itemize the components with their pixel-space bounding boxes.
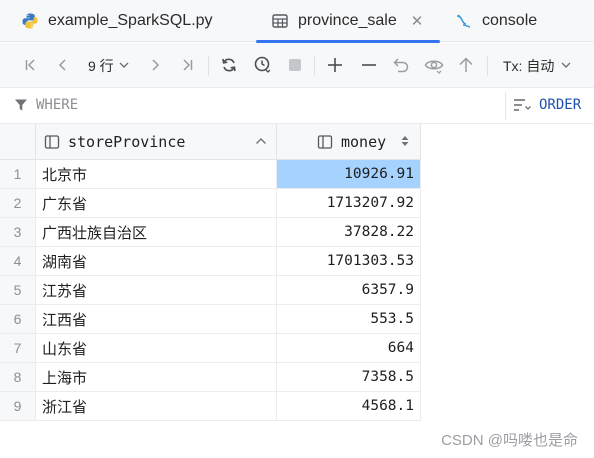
delete-row-icon[interactable]	[358, 54, 380, 76]
cell-storeprovince[interactable]: 江苏省	[36, 276, 277, 305]
data-editor-toolbar: 9 行 Tx: 自动	[0, 43, 594, 88]
where-filter-field[interactable]: WHERE	[14, 97, 78, 113]
cell-money[interactable]: 553.5	[277, 305, 421, 334]
chevron-down-icon	[560, 58, 572, 74]
order-label: ORDER	[539, 97, 582, 113]
tab-console[interactable]: console	[454, 0, 537, 42]
row-number: 7	[0, 334, 36, 363]
tab-label: province_sale	[298, 12, 397, 29]
python-icon	[20, 11, 40, 31]
cell-storeprovince[interactable]: 浙江省	[36, 392, 277, 421]
column-icon	[317, 134, 333, 150]
cell-storeprovince[interactable]: 北京市	[36, 160, 277, 189]
cell-storeprovince[interactable]: 广东省	[36, 189, 277, 218]
cell-money[interactable]: 7358.5	[277, 363, 421, 392]
cell-storeprovince[interactable]: 广西壮族自治区	[36, 218, 277, 247]
cell-storeprovince[interactable]: 上海市	[36, 363, 277, 392]
row-number: 1	[0, 160, 36, 189]
cell-storeprovince[interactable]: 江西省	[36, 305, 277, 334]
cell-money[interactable]: 10926.91	[277, 160, 421, 189]
submit-icon[interactable]	[455, 54, 477, 76]
cell-money[interactable]: 4568.1	[277, 392, 421, 421]
transaction-mode-selector[interactable]: Tx: 自动	[503, 55, 572, 77]
last-page-icon[interactable]	[176, 54, 198, 76]
column-label: money	[341, 132, 387, 151]
next-page-icon[interactable]	[144, 54, 166, 76]
reload-icon[interactable]	[218, 54, 240, 76]
column-header-storeprovince[interactable]: storeProvince	[36, 124, 277, 160]
row-count-label: 9 行	[88, 58, 114, 74]
cell-money[interactable]: 1701303.53	[277, 247, 421, 276]
row-number: 6	[0, 305, 36, 334]
filter-icon	[14, 98, 28, 112]
revert-icon[interactable]	[390, 54, 412, 76]
row-number: 8	[0, 363, 36, 392]
row-number: 9	[0, 392, 36, 421]
add-row-icon[interactable]	[324, 54, 346, 76]
transaction-mode-label: Tx: 自动	[503, 58, 555, 74]
filter-bar: WHERE ORDER	[0, 88, 594, 124]
cell-storeprovince[interactable]: 山东省	[36, 334, 277, 363]
row-number: 3	[0, 218, 36, 247]
cell-storeprovince[interactable]: 湖南省	[36, 247, 277, 276]
chevron-down-icon	[118, 58, 130, 74]
column-label: storeProvince	[68, 132, 186, 151]
tab-example-sparksql[interactable]: example_SparkSQL.py	[20, 0, 213, 42]
cell-money[interactable]: 6357.9	[277, 276, 421, 305]
sort-toggle-icon[interactable]	[400, 133, 410, 149]
where-label: WHERE	[36, 97, 79, 113]
previous-page-icon[interactable]	[52, 54, 74, 76]
toolbar-separator	[314, 56, 315, 76]
sort-ascending-icon[interactable]	[254, 134, 268, 148]
sort-lines-icon	[513, 98, 531, 112]
toolbar-separator	[208, 56, 209, 76]
stop-icon[interactable]	[284, 54, 306, 76]
table-icon	[270, 11, 290, 31]
filter-separator	[505, 92, 506, 120]
order-by-field[interactable]: ORDER	[513, 97, 581, 113]
column-icon	[44, 134, 60, 150]
first-page-icon[interactable]	[20, 54, 42, 76]
cell-money[interactable]: 664	[277, 334, 421, 363]
row-number: 4	[0, 247, 36, 276]
tab-province-sale[interactable]: province_sale ✕	[270, 0, 423, 42]
tab-label: console	[482, 12, 538, 29]
toolbar-separator	[487, 56, 488, 76]
cell-money[interactable]: 1713207.92	[277, 189, 421, 218]
row-number-header[interactable]	[0, 124, 36, 160]
row-count-selector[interactable]: 9 行	[88, 55, 130, 77]
editor-tab-bar: example_SparkSQL.py province_sale ✕ cons…	[0, 0, 594, 43]
row-number: 2	[0, 189, 36, 218]
tab-label: example_SparkSQL.py	[48, 12, 213, 29]
history-icon[interactable]	[252, 54, 274, 76]
cell-money[interactable]: 37828.22	[277, 218, 421, 247]
row-number: 5	[0, 276, 36, 305]
close-icon[interactable]: ✕	[411, 12, 424, 30]
watermark: CSDN @吗喽也是命	[441, 432, 578, 449]
column-header-money[interactable]: money	[277, 124, 421, 160]
console-icon	[454, 11, 474, 31]
preview-icon[interactable]	[423, 54, 445, 76]
